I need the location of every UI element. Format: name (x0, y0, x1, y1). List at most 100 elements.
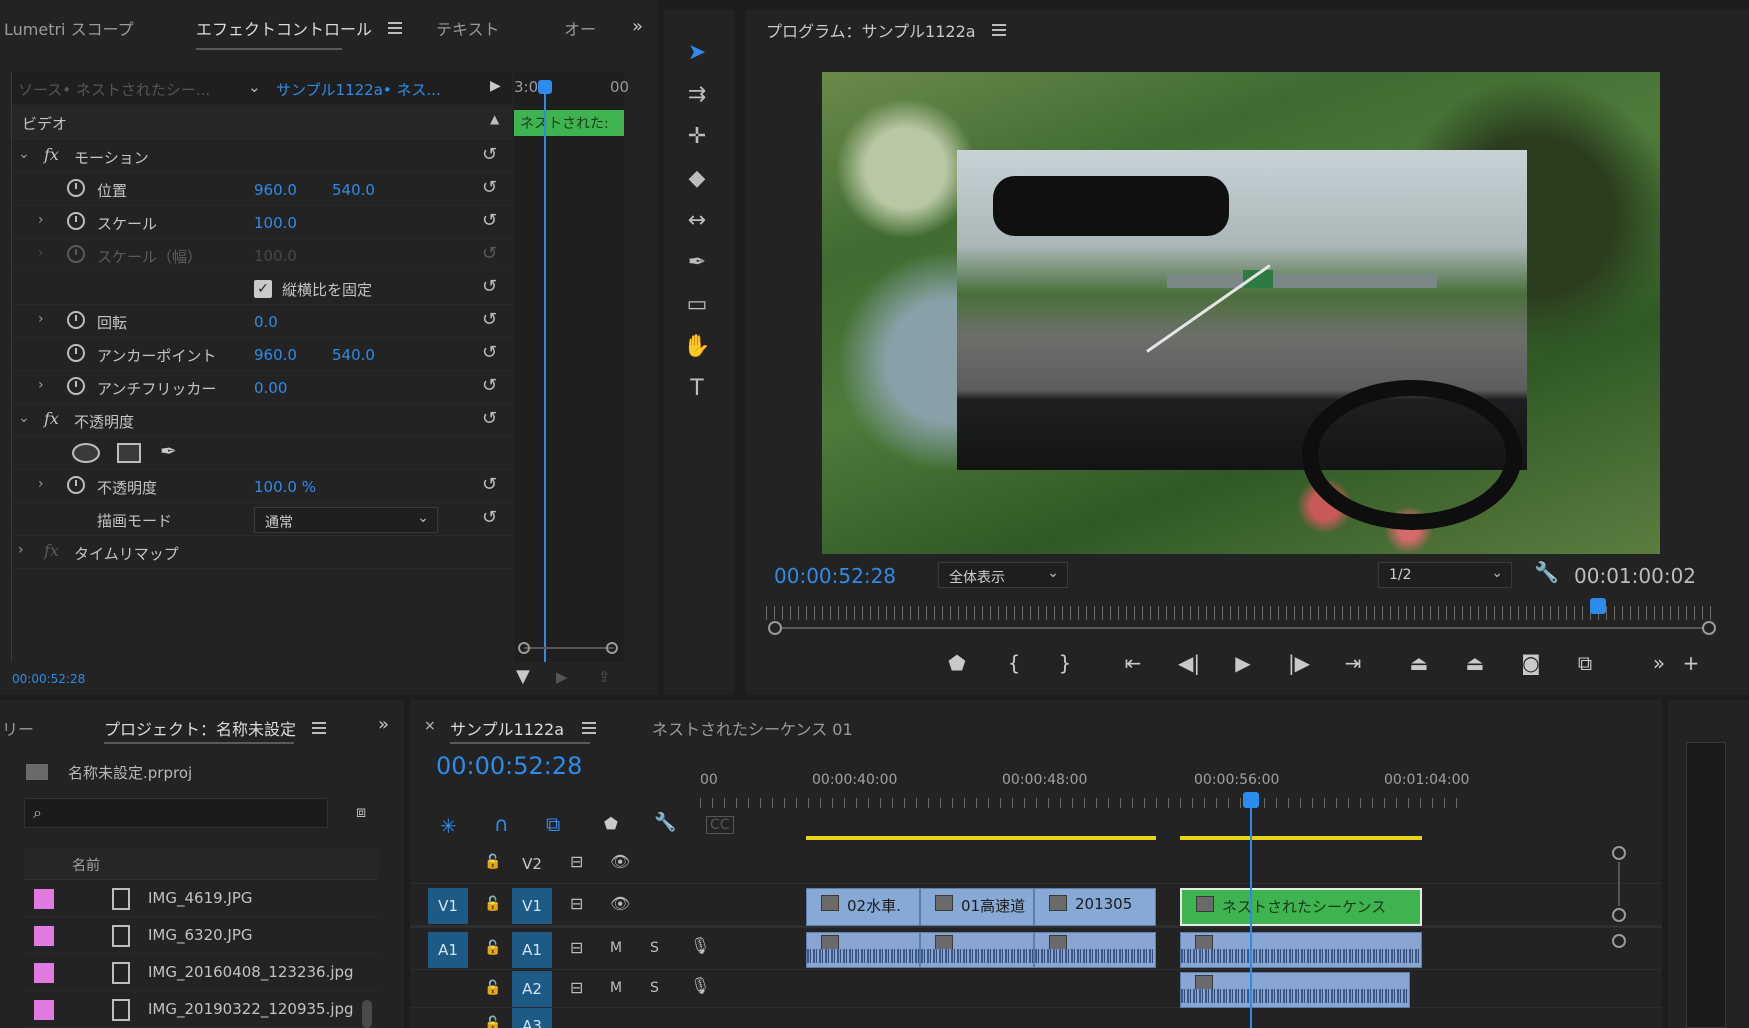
comparison-view-icon[interactable]: ⧉ (1570, 648, 1600, 678)
extract-icon[interactable]: ⏏ (1460, 648, 1490, 678)
pen-tool-icon[interactable]: ✒ (677, 248, 717, 278)
list-item[interactable]: IMG_4619.JPG (24, 880, 379, 917)
label-color-swatch[interactable] (34, 1000, 54, 1020)
mute-button[interactable]: M (610, 940, 622, 956)
go-to-out-icon[interactable]: ⇥ (1338, 648, 1368, 678)
uniform-scale-checkbox[interactable]: ✓ (254, 280, 272, 298)
play-icon[interactable]: ▶ (1228, 648, 1258, 678)
chevron-down-icon[interactable]: ⌄ (18, 410, 30, 426)
scroll-handle[interactable] (1612, 934, 1626, 948)
scroll-handle-left[interactable] (768, 621, 782, 635)
panel-menu-icon[interactable] (388, 22, 402, 34)
eye-icon[interactable]: 👁 (610, 852, 630, 871)
opacity-value[interactable]: 100.0 % (254, 478, 316, 496)
lock-icon[interactable]: 🔓 (484, 896, 501, 912)
tab-project[interactable]: プロジェクト：名称未設定 (104, 716, 296, 740)
stopwatch-icon[interactable] (67, 179, 85, 197)
sync-lock-icon[interactable]: ⊟ (570, 852, 583, 871)
track-a1-source-label[interactable]: A1 (428, 932, 468, 968)
program-playhead[interactable] (1590, 598, 1606, 614)
reset-icon[interactable]: ↺ (482, 509, 500, 527)
playhead-handle[interactable] (538, 80, 552, 94)
pen-mask-icon[interactable]: ✒ (160, 439, 177, 463)
source-label[interactable]: ソース• ネストされたシー... (18, 79, 210, 100)
mark-in-icon[interactable]: { (999, 648, 1029, 678)
scroll-handle-right[interactable] (1702, 621, 1716, 635)
timeline-playhead-handle[interactable] (1243, 792, 1259, 808)
chevron-right-icon[interactable]: › (38, 311, 44, 327)
blend-mode-dropdown[interactable]: 通常 ⌄ (254, 507, 438, 533)
effect-timecode[interactable]: 00:00:52:28 (12, 672, 85, 686)
reset-icon[interactable]: ↺ (482, 377, 500, 395)
overflow-tabs-icon[interactable]: » (378, 714, 389, 735)
program-scrub-track[interactable] (776, 627, 1710, 629)
step-back-icon[interactable]: ◀| (1174, 648, 1204, 678)
mark-out-icon[interactable]: } (1050, 648, 1080, 678)
scroll-handle[interactable] (1612, 846, 1626, 860)
program-title[interactable]: プログラム：サンプル1122a (766, 18, 976, 42)
tab-text[interactable]: テキスト (436, 16, 500, 40)
list-scrollbar[interactable] (362, 1000, 372, 1028)
export-frame-icon[interactable]: ◙ (1516, 648, 1546, 678)
tab-lumetri-scopes[interactable]: Lumetri スコープ (4, 16, 134, 40)
selection-tool-icon[interactable]: ➤ (677, 38, 717, 68)
wrench-icon[interactable]: 🔧 (1534, 560, 1559, 584)
scroll-handle[interactable] (1612, 908, 1626, 922)
tab-effect-controls[interactable]: エフェクトコントロール (196, 16, 372, 50)
rotation-value[interactable]: 0.0 (254, 313, 278, 331)
tab-audio[interactable]: オー (564, 16, 596, 40)
scroll-handle-right[interactable] (606, 642, 618, 654)
video-clip[interactable]: 201305 (1034, 888, 1156, 926)
scale-value[interactable]: 100.0 (254, 214, 297, 232)
panel-menu-icon[interactable] (312, 722, 326, 734)
resolution-dropdown[interactable]: 1/2 ⌄ (1378, 562, 1512, 588)
solo-button[interactable]: S (650, 980, 659, 996)
search-input[interactable]: ⌕ (24, 798, 328, 828)
fx-icon[interactable]: fx (44, 145, 59, 164)
type-tool-icon[interactable]: T (677, 374, 717, 404)
lock-icon[interactable]: 🔓 (484, 1016, 501, 1028)
reset-icon[interactable]: ↺ (482, 179, 500, 197)
audio-clip[interactable] (920, 932, 1034, 968)
motion-row[interactable]: ⌄ fx モーション ↺ (12, 140, 512, 173)
position-y-value[interactable]: 540.0 (332, 181, 375, 199)
overflow-tabs-icon[interactable]: » (632, 16, 643, 37)
playhead-line[interactable] (544, 84, 546, 662)
timeline-ruler[interactable]: 00 00:00:40:00 00:00:48:00 00:00:56:00 0… (700, 742, 1640, 808)
track-a3-label[interactable]: A3 (512, 1008, 552, 1028)
antiflicker-value[interactable]: 0.00 (254, 379, 287, 397)
reset-icon[interactable]: ↺ (482, 410, 500, 428)
panel-menu-icon[interactable] (992, 24, 1006, 36)
vertical-scrollbar[interactable] (1618, 862, 1620, 906)
reset-icon[interactable]: ↺ (482, 212, 500, 230)
linked-selection-icon[interactable]: ⧉ (546, 812, 560, 836)
mute-button[interactable]: M (610, 980, 622, 996)
play-triangle-icon[interactable]: ▶ (490, 78, 501, 94)
razor-tool-icon[interactable]: ◆ (677, 164, 717, 194)
ellipse-mask-icon[interactable] (72, 443, 100, 463)
step-forward-icon[interactable]: |▶ (1284, 648, 1314, 678)
wrench-icon[interactable]: 🔧 (654, 812, 676, 833)
close-icon[interactable]: × (424, 718, 436, 734)
chevron-down-icon[interactable]: ⌄ (18, 146, 30, 162)
stopwatch-icon[interactable] (67, 476, 85, 494)
add-button-icon[interactable]: + (1676, 648, 1706, 678)
sequence-label[interactable]: サンプル1122a• ネス... (276, 79, 441, 100)
scroll-handle-left[interactable] (518, 642, 530, 654)
go-to-in-icon[interactable]: ⇤ (1118, 648, 1148, 678)
stopwatch-icon[interactable] (67, 377, 85, 395)
eye-icon[interactable]: 👁 (610, 894, 630, 913)
opacity-group-row[interactable]: ⌄ fx 不透明度 ↺ (12, 404, 512, 437)
timeline-timecode[interactable]: 00:00:52:28 (436, 752, 582, 780)
snap-nest-icon[interactable]: ✳ (440, 814, 457, 838)
audio-clip[interactable] (1180, 932, 1422, 968)
time-remap-row[interactable]: › fx タイムリマップ (12, 536, 512, 569)
ripple-edit-tool-icon[interactable]: ✛ (677, 122, 717, 152)
audio-clip[interactable] (1034, 932, 1156, 968)
panel-menu-icon[interactable] (582, 722, 596, 734)
zoom-dropdown[interactable]: 全体表示 ⌄ (938, 562, 1068, 588)
chevron-down-icon[interactable]: ⌄ (248, 78, 261, 96)
sync-lock-icon[interactable]: ⊟ (570, 978, 583, 997)
reset-icon[interactable]: ↺ (482, 311, 500, 329)
sync-lock-icon[interactable]: ⊟ (570, 894, 583, 913)
